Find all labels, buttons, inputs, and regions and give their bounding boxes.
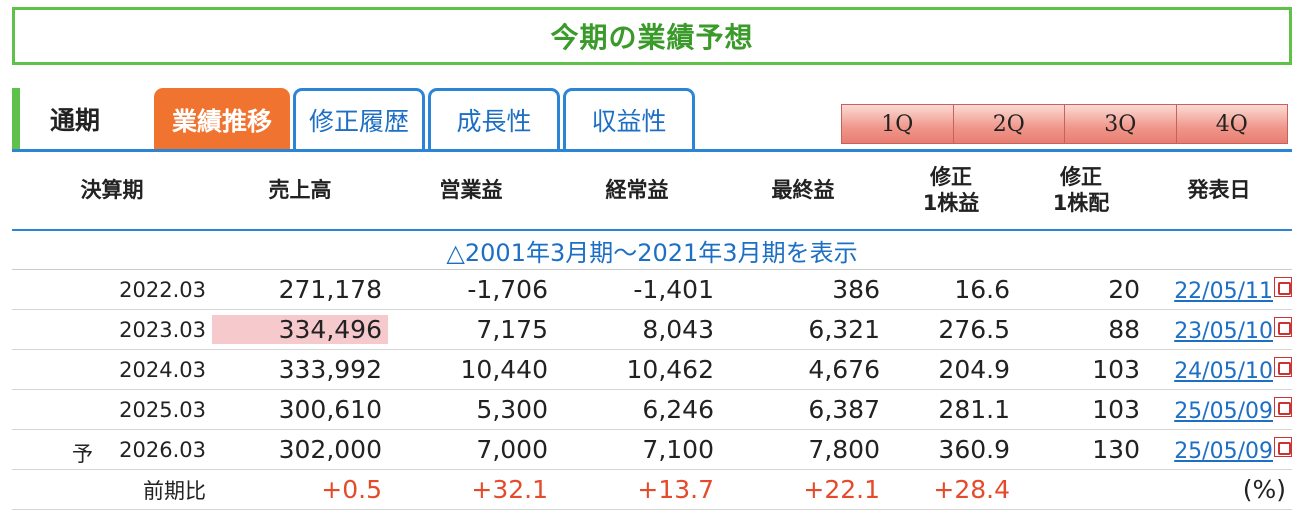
cell-period: 2024.03 bbox=[12, 358, 212, 382]
comparison-net: +22.1 bbox=[803, 475, 880, 504]
comparison-label: 前期比 bbox=[143, 478, 206, 503]
quarter-button-3q[interactable]: 3Q bbox=[1064, 104, 1177, 144]
announcement-date-link[interactable]: 23/05/10 bbox=[1174, 319, 1273, 344]
cell-net: 386 bbox=[832, 275, 880, 304]
cell-op: 7,000 bbox=[476, 435, 548, 464]
comparison-ord: +13.7 bbox=[637, 475, 714, 504]
cell-date: 25/05/09 bbox=[1146, 395, 1292, 424]
cell-ord: 6,246 bbox=[642, 395, 714, 424]
tab-profitability[interactable]: 収益性 bbox=[563, 88, 695, 149]
cell-date: 25/05/09 bbox=[1146, 435, 1292, 464]
cell-ord: 8,043 bbox=[642, 315, 714, 344]
announcement-date-link[interactable]: 24/05/10 bbox=[1174, 359, 1273, 384]
table-row: 2022.03 271,178 -1,706 -1,401 386 16.6 20 22/05… bbox=[12, 270, 1292, 310]
tab-revision-history[interactable]: 修正履歴 bbox=[293, 88, 425, 149]
comparison-row: 前期比 +0.5 +32.1 +13.7 +22.1 +28.4 (%) bbox=[12, 470, 1292, 510]
quarter-buttons: 1Q 2Q 3Q 4Q bbox=[841, 104, 1288, 144]
quarter-button-2q[interactable]: 2Q bbox=[952, 104, 1065, 144]
header-ordinary-profit: 経常益 bbox=[605, 177, 669, 202]
cell-op: 10,440 bbox=[460, 355, 548, 384]
cell-eps: 360.9 bbox=[938, 435, 1010, 464]
table-row: 2024.03 333,992 10,440 10,462 4,676 204.9 103 2… bbox=[12, 350, 1292, 390]
comparison-eps: +28.4 bbox=[933, 475, 1010, 504]
quarter-button-1q[interactable]: 1Q bbox=[841, 104, 954, 144]
cell-div: 103 bbox=[1092, 355, 1140, 384]
table-row: 2023.03 334,496 7,175 8,043 6,321 276.5 88 23/0… bbox=[12, 310, 1292, 350]
cell-net: 6,387 bbox=[808, 395, 880, 424]
pdf-icon[interactable] bbox=[1274, 357, 1292, 377]
cell-sales: 302,000 bbox=[278, 435, 382, 464]
cell-period: 2025.03 bbox=[12, 398, 212, 422]
quarter-button-4q[interactable]: 4Q bbox=[1175, 104, 1288, 144]
cell-ord: -1,401 bbox=[633, 275, 714, 304]
comparison-sales: +0.5 bbox=[321, 475, 382, 504]
cell-div: 88 bbox=[1108, 315, 1140, 344]
cell-period: 2022.03 bbox=[12, 278, 212, 302]
cell-sales: 271,178 bbox=[278, 275, 382, 304]
page-title: 今期の業績予想 bbox=[550, 21, 754, 54]
period-value: 2026.03 bbox=[119, 437, 206, 462]
period-value: 2025.03 bbox=[119, 397, 206, 422]
cell-date: 22/05/11 bbox=[1146, 275, 1292, 304]
header-operating-profit: 営業益 bbox=[439, 177, 503, 202]
range-link[interactable]: △2001年3月期～2021年3月期を表示 bbox=[12, 231, 1292, 270]
cell-net: 6,321 bbox=[808, 315, 880, 344]
tab-performance-trend[interactable]: 業績推移 bbox=[154, 88, 290, 149]
cell-op: 7,175 bbox=[476, 315, 548, 344]
cell-eps: 281.1 bbox=[938, 395, 1010, 424]
announcement-date-link[interactable]: 22/05/11 bbox=[1174, 279, 1273, 304]
header-date: 発表日 bbox=[1187, 177, 1251, 202]
cell-net: 4,676 bbox=[808, 355, 880, 384]
cell-sales: 333,992 bbox=[278, 355, 382, 384]
cell-period: 2023.03 bbox=[12, 318, 212, 342]
table-header: 決算期 売上高 営業益 経常益 最終益 修正 1株益 修正 1株配 発表日 bbox=[12, 152, 1292, 231]
earnings-table: 決算期 売上高 営業益 経常益 最終益 修正 1株益 修正 1株配 発表日 △2… bbox=[12, 152, 1292, 510]
tab-growth[interactable]: 成長性 bbox=[428, 88, 560, 149]
pdf-icon[interactable] bbox=[1274, 277, 1292, 297]
cell-op: 5,300 bbox=[476, 395, 548, 424]
table-row: 予 2026.03 302,000 7,000 7,100 7,800 360.9 130 25… bbox=[12, 430, 1292, 470]
cell-eps: 276.5 bbox=[938, 315, 1010, 344]
pdf-icon[interactable] bbox=[1274, 397, 1292, 417]
header-eps: 修正 1株益 bbox=[922, 165, 980, 215]
period-value: 2023.03 bbox=[119, 317, 206, 342]
cell-date: 24/05/10 bbox=[1146, 355, 1292, 384]
page-title-box: 今期の業績予想 bbox=[12, 7, 1292, 65]
cell-div: 130 bbox=[1092, 435, 1140, 464]
cell-sales: 300,610 bbox=[278, 395, 382, 424]
comparison-op: +32.1 bbox=[471, 475, 548, 504]
tab-annual[interactable]: 通期 bbox=[12, 88, 142, 149]
cell-op: -1,706 bbox=[467, 275, 548, 304]
cell-eps: 16.6 bbox=[954, 275, 1010, 304]
header-sales: 売上高 bbox=[268, 177, 332, 202]
header-period: 決算期 bbox=[80, 177, 144, 202]
period-value: 2024.03 bbox=[119, 357, 206, 382]
cell-ord: 10,462 bbox=[626, 355, 714, 384]
cell-div: 20 bbox=[1108, 275, 1140, 304]
cell-period: 予 2026.03 bbox=[12, 437, 212, 466]
cell-date: 23/05/10 bbox=[1146, 315, 1292, 344]
pdf-icon[interactable] bbox=[1274, 317, 1292, 337]
comparison-unit: (%) bbox=[1242, 475, 1286, 504]
cell-eps: 204.9 bbox=[938, 355, 1010, 384]
forecast-marker: 予 bbox=[72, 441, 93, 466]
table-row: 2025.03 300,610 5,300 6,246 6,387 281.1 103 25/… bbox=[12, 390, 1292, 430]
cell-sales: 334,496 bbox=[212, 315, 388, 344]
header-dividend: 修正 1株配 bbox=[1052, 165, 1110, 215]
announcement-date-link[interactable]: 25/05/09 bbox=[1174, 439, 1273, 464]
cell-ord: 7,100 bbox=[642, 435, 714, 464]
announcement-date-link[interactable]: 25/05/09 bbox=[1174, 399, 1273, 424]
header-net-profit: 最終益 bbox=[771, 177, 835, 202]
cell-div: 103 bbox=[1092, 395, 1140, 424]
cell-net: 7,800 bbox=[808, 435, 880, 464]
period-value: 2022.03 bbox=[119, 277, 206, 302]
pdf-icon[interactable] bbox=[1274, 437, 1292, 457]
